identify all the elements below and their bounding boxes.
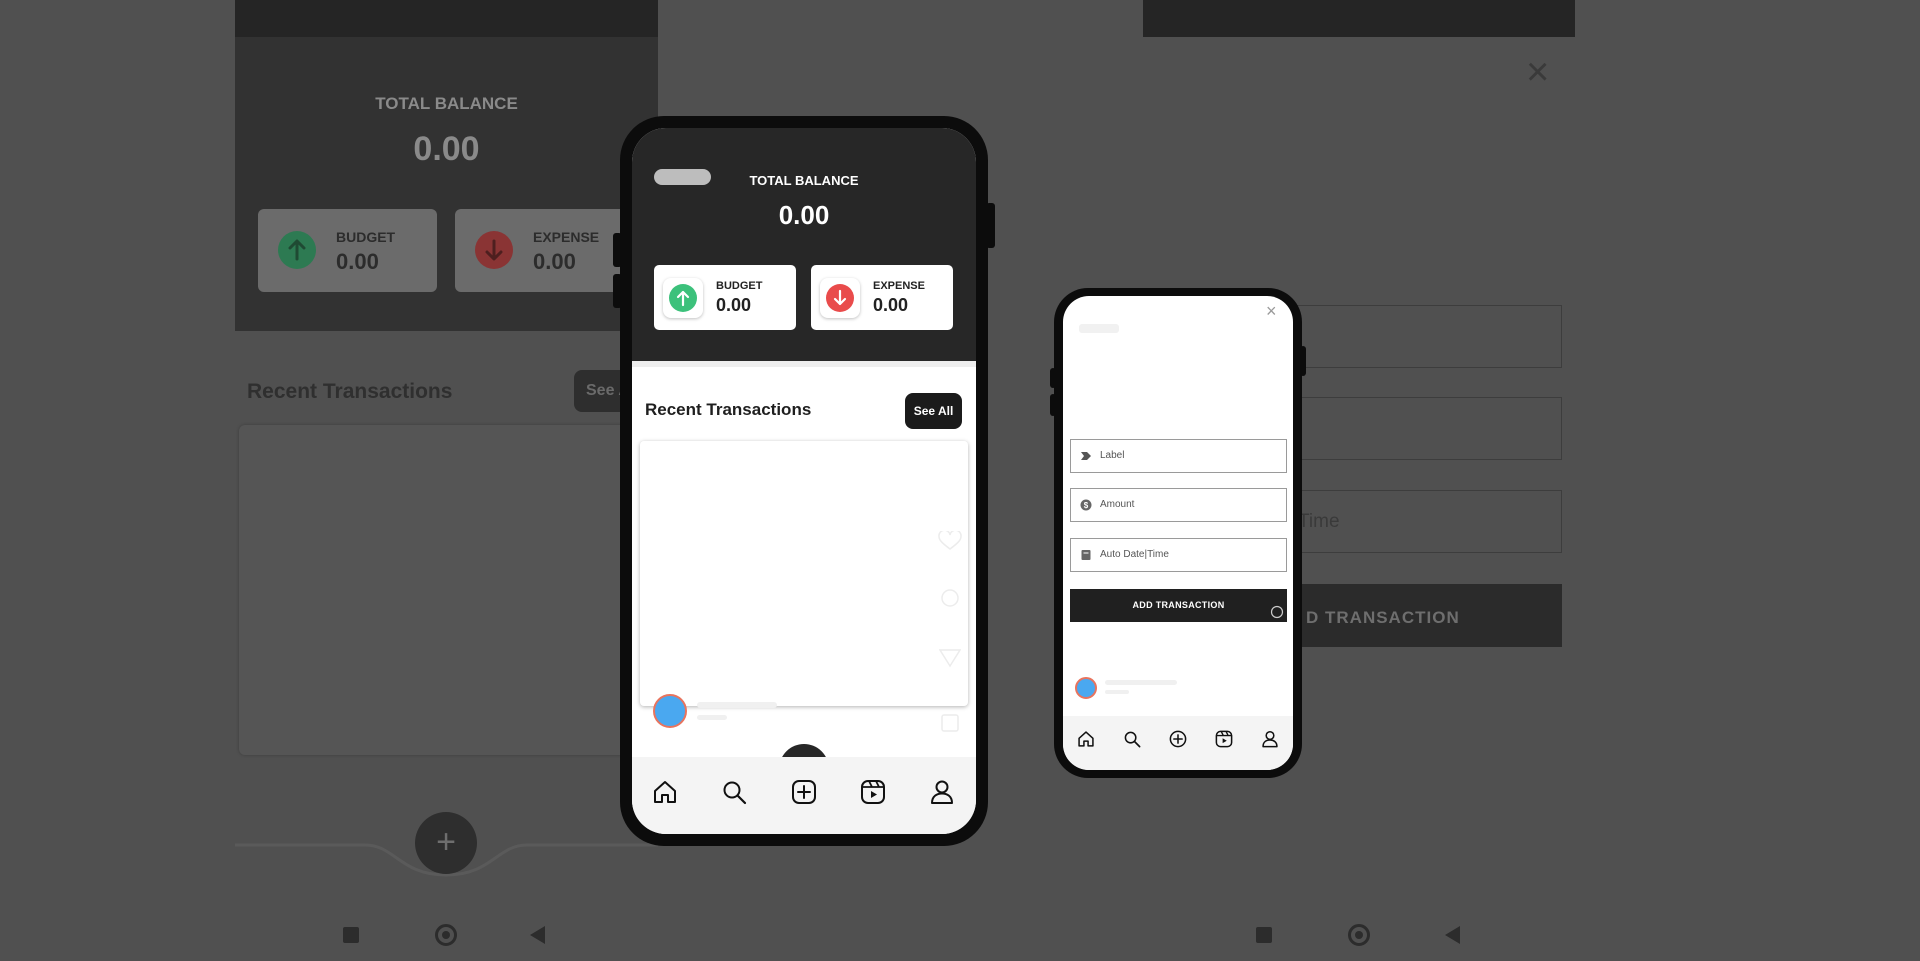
budget-label: BUDGET [716,280,763,292]
expense-label: EXPENSE [873,280,925,292]
background-expense-value: 0.00 [533,249,576,274]
placeholder-text-line [697,715,727,720]
center-phone-screen: TOTAL BALANCE 0.00 BUDGET 0.00 EXPENSE 0… [632,128,976,834]
ghost-share-icon [939,649,961,668]
calendar-icon [1081,550,1091,560]
phone-power-button [1300,346,1306,376]
right-phone-screen: × Label $ Amount Auto Date|Time ADD TRAN… [1063,296,1293,770]
phone-volume-down-button [1050,394,1056,416]
background-add-transaction-button: D TRANSACTION [1296,584,1562,647]
background-datetime-text: Time [1298,511,1340,532]
section-divider [632,361,976,367]
placeholder-text-line [1105,680,1177,685]
background-close-icon: × [1526,50,1550,94]
background-budget-card: BUDGET 0.00 [258,209,437,292]
android-recents-icon [343,927,359,943]
close-icon[interactable]: × [1266,302,1277,320]
ghost-comment-icon [941,589,959,607]
background-expense-label: EXPENSE [533,229,600,245]
total-balance-value: 0.00 [778,200,830,230]
placeholder-text-line [1105,690,1129,694]
datetime-placeholder: Auto Date|Time [1100,549,1169,560]
background-transaction-list [239,425,658,755]
android-back-icon-right [1445,926,1460,944]
down-arrow-icon [826,284,854,312]
expense-card[interactable]: EXPENSE 0.00 [811,265,953,330]
background-label-field [1296,305,1562,368]
phone-volume-down-button [613,274,622,308]
phone-volume-up-button [613,233,622,267]
transaction-list[interactable] [640,441,968,706]
avatar [1075,677,1097,699]
background-budget-value: 0.00 [336,249,379,274]
profile-icon[interactable] [929,779,955,805]
background-right-status-bar [1143,0,1575,37]
amount-field[interactable]: $ Amount [1070,488,1287,522]
recent-transactions-title: Recent Transactions [645,400,812,419]
background-amount-field [1296,397,1562,460]
avatar [653,694,687,728]
android-home-icon-right [1348,924,1370,946]
add-icon[interactable] [791,779,817,805]
background-total-balance-value: 0.00 [413,130,480,168]
profile-icon[interactable] [1261,730,1279,748]
android-home-icon [435,924,457,946]
svg-text:$: $ [1084,501,1089,510]
expense-down-arrow-icon [475,231,513,269]
budget-up-arrow-icon [278,231,316,269]
label-placeholder: Label [1100,450,1125,461]
datetime-field[interactable]: Auto Date|Time [1070,538,1287,572]
reels-icon[interactable] [860,779,886,805]
tag-icon [1081,452,1091,460]
budget-card[interactable]: BUDGET 0.00 [654,265,796,330]
background-status-bar [235,0,658,37]
expense-icon-box [820,278,860,318]
home-icon[interactable] [1077,730,1095,748]
home-icon[interactable] [652,779,678,805]
background-add-fab: + [415,812,477,874]
placeholder-bar [1079,324,1119,333]
total-balance-label: TOTAL BALANCE [749,173,859,188]
bottom-nav-bar [1063,716,1293,770]
search-icon[interactable] [1123,730,1141,748]
reels-icon[interactable] [1215,730,1233,748]
android-recents-icon-right [1256,927,1272,943]
ghost-more-icon [941,714,959,732]
add-icon[interactable] [1169,730,1187,748]
ghost-comment-icon [1270,605,1284,619]
see-all-button[interactable]: See All [905,393,962,429]
budget-value: 0.00 [716,295,752,315]
expense-value: 0.00 [873,295,909,315]
bottom-nav-bar [632,757,976,834]
dollar-icon: $ [1080,499,1092,511]
add-transaction-button[interactable]: ADD TRANSACTION [1070,589,1287,622]
up-arrow-icon [669,284,697,312]
phone-power-button [986,203,995,248]
background-budget-label: BUDGET [336,229,396,245]
budget-icon-box [663,278,703,318]
phone-volume-up-button [1050,368,1056,388]
amount-placeholder: Amount [1100,499,1135,510]
label-field[interactable]: Label [1070,439,1287,473]
placeholder-text-line [697,702,777,708]
background-total-balance-label: TOTAL BALANCE [375,94,518,113]
ghost-heart-icon [938,531,962,550]
search-icon[interactable] [721,779,747,805]
background-recent-transactions-title: Recent Transactions [247,380,453,403]
android-back-icon [530,926,545,944]
